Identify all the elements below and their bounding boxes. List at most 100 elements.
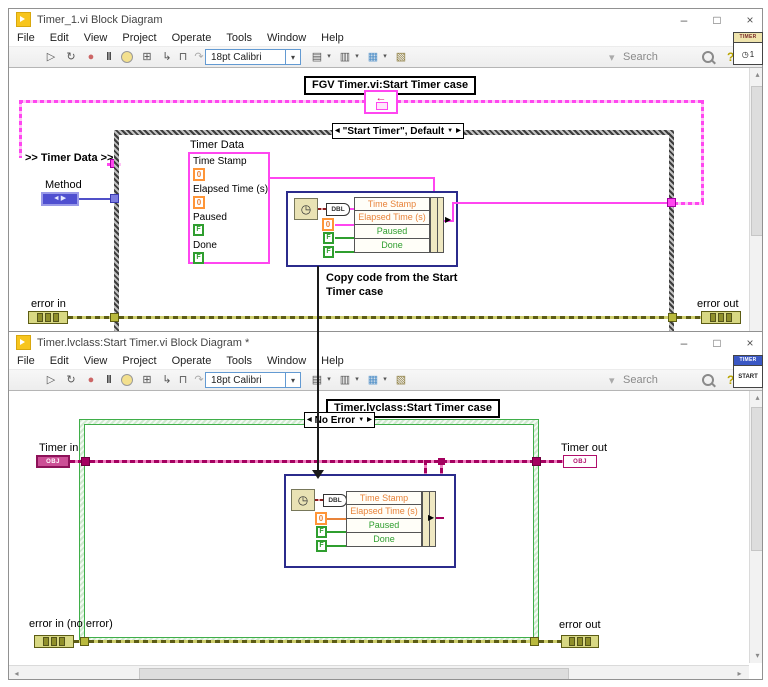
cluster-field-value[interactable]: 0 bbox=[193, 196, 205, 209]
close-button[interactable]: × bbox=[744, 13, 756, 27]
scroll-right-icon[interactable]: ▸ bbox=[732, 667, 747, 679]
scrollbar-thumb[interactable] bbox=[139, 668, 569, 679]
maximize-button[interactable]: □ bbox=[711, 13, 723, 27]
scrollbar-thumb[interactable] bbox=[751, 407, 762, 551]
search-scope-dropdown-icon[interactable]: ▾ bbox=[609, 51, 615, 64]
resize-objects-button[interactable]: ▦ bbox=[365, 372, 381, 388]
search-scope-dropdown-icon[interactable]: ▾ bbox=[609, 374, 615, 387]
feedback-node[interactable]: ← bbox=[364, 90, 398, 114]
menu-view[interactable]: View bbox=[84, 32, 108, 44]
reorder-button[interactable]: ▧ bbox=[393, 372, 409, 388]
case-prev-icon[interactable]: ◀ bbox=[335, 126, 340, 136]
align-objects-button[interactable]: ▤ bbox=[309, 49, 325, 65]
paused-constant[interactable]: F bbox=[316, 526, 327, 538]
search-icon[interactable] bbox=[702, 51, 714, 63]
run-continuous-button[interactable]: ↻ bbox=[63, 372, 79, 388]
output-tunnel[interactable] bbox=[667, 198, 676, 207]
close-button[interactable]: × bbox=[744, 336, 756, 350]
menu-project[interactable]: Project bbox=[122, 32, 156, 44]
scroll-up-icon[interactable]: ▴ bbox=[750, 68, 762, 82]
distribute-dropdown-icon[interactable]: ▾ bbox=[353, 372, 361, 388]
method-enum-constant[interactable]: ◄▶ bbox=[41, 192, 79, 206]
vertical-scrollbar[interactable]: ▴ bbox=[749, 68, 762, 331]
pause-button[interactable]: ‖ bbox=[101, 49, 117, 65]
resize-objects-button[interactable]: ▦ bbox=[365, 49, 381, 65]
get-datetime-icon[interactable]: ◷ bbox=[294, 198, 318, 220]
dbl-coercion[interactable]: DBL bbox=[326, 203, 350, 216]
menu-view[interactable]: View bbox=[84, 355, 108, 367]
cluster-field-value[interactable]: F bbox=[193, 252, 204, 264]
case-selector-terminal[interactable] bbox=[110, 194, 119, 203]
scrollbar-thumb[interactable] bbox=[751, 86, 762, 236]
menu-project[interactable]: Project bbox=[122, 355, 156, 367]
run-continuous-button[interactable]: ↻ bbox=[63, 49, 79, 65]
vertical-scrollbar[interactable]: ▴ ▾ bbox=[749, 391, 762, 663]
annotation[interactable]: Copy code from the Start Timer case bbox=[326, 271, 457, 299]
minimize-button[interactable]: – bbox=[678, 336, 690, 350]
cluster-field-value[interactable]: 0 bbox=[193, 168, 205, 181]
run-button[interactable]: ▷ bbox=[43, 49, 59, 65]
resize-dropdown-icon[interactable]: ▾ bbox=[381, 49, 389, 65]
dbl-coercion[interactable]: DBL bbox=[323, 494, 347, 507]
elapsed-constant[interactable]: 0 bbox=[315, 512, 327, 525]
get-datetime-icon[interactable]: ◷ bbox=[291, 489, 315, 511]
case-structure-border-right[interactable] bbox=[669, 130, 674, 331]
scroll-up-icon[interactable]: ▴ bbox=[750, 391, 762, 405]
bundle-node[interactable]: Time Stamp Elapsed Time (s) Paused Done bbox=[346, 491, 422, 547]
class-tunnel-right[interactable] bbox=[532, 457, 541, 466]
error-out-terminal[interactable] bbox=[701, 311, 741, 324]
abort-button[interactable]: ● bbox=[83, 372, 99, 388]
error-tunnel-left[interactable] bbox=[80, 637, 89, 646]
minimize-button[interactable]: – bbox=[678, 13, 690, 27]
menu-help[interactable]: Help bbox=[321, 355, 344, 367]
done-constant[interactable]: F bbox=[323, 246, 334, 258]
horizontal-scrollbar[interactable]: ◂ ▸ bbox=[9, 665, 749, 679]
menu-window[interactable]: Window bbox=[267, 355, 306, 367]
retain-wire-values-button[interactable]: ⊞ bbox=[139, 49, 155, 65]
distribute-dropdown-icon[interactable]: ▾ bbox=[353, 49, 361, 65]
font-selector[interactable]: 18pt Calibri ▾ bbox=[205, 49, 301, 65]
titlebar[interactable]: Timer.lvclass:Start Timer.vi Block Diagr… bbox=[9, 332, 762, 353]
align-dropdown-icon[interactable]: ▾ bbox=[325, 49, 333, 65]
step-over-button[interactable]: ⊓ bbox=[175, 49, 191, 65]
menu-operate[interactable]: Operate bbox=[172, 32, 212, 44]
case-drop-icon[interactable]: ▼ bbox=[447, 126, 453, 136]
distribute-objects-button[interactable]: ▥ bbox=[337, 49, 353, 65]
menu-tools[interactable]: Tools bbox=[226, 355, 252, 367]
case-next-icon[interactable]: ▶ bbox=[456, 126, 461, 136]
search-input[interactable]: Search bbox=[623, 51, 658, 63]
search-icon[interactable] bbox=[702, 374, 714, 386]
retain-wire-values-button[interactable]: ⊞ bbox=[139, 372, 155, 388]
case-selector[interactable]: ◀ "Start Timer", Default ▼ ▶ bbox=[332, 123, 464, 139]
menu-edit[interactable]: Edit bbox=[50, 32, 69, 44]
block-diagram-2[interactable]: Timer.lvclass:Start Timer case ◀ No Erro… bbox=[9, 391, 762, 679]
menu-help[interactable]: Help bbox=[321, 32, 344, 44]
resize-dropdown-icon[interactable]: ▾ bbox=[381, 372, 389, 388]
maximize-button[interactable]: □ bbox=[711, 336, 723, 350]
scroll-left-icon[interactable]: ◂ bbox=[9, 667, 24, 679]
error-tunnel-right[interactable] bbox=[530, 637, 539, 646]
step-into-button[interactable]: ↳ bbox=[159, 49, 175, 65]
bundle-node[interactable]: Time Stamp Elapsed Time (s) Paused Done bbox=[354, 197, 430, 253]
case-prev-icon[interactable]: ◀ bbox=[307, 415, 312, 425]
step-into-button[interactable]: ↳ bbox=[159, 372, 175, 388]
distribute-objects-button[interactable]: ▥ bbox=[337, 372, 353, 388]
shift-register-label[interactable]: >> Timer Data >> bbox=[25, 152, 113, 164]
pause-button[interactable]: ‖ bbox=[101, 372, 117, 388]
highlight-execution-lightbulb-icon[interactable] bbox=[121, 51, 133, 63]
menu-operate[interactable]: Operate bbox=[172, 355, 212, 367]
abort-button[interactable]: ● bbox=[83, 49, 99, 65]
scroll-down-icon[interactable]: ▾ bbox=[750, 649, 762, 663]
font-dropdown-icon[interactable]: ▾ bbox=[285, 373, 300, 387]
step-over-button[interactable]: ⊓ bbox=[175, 372, 191, 388]
error-in-terminal[interactable] bbox=[28, 311, 68, 324]
case-next-icon[interactable]: ▶ bbox=[367, 415, 372, 425]
run-button[interactable]: ▷ bbox=[43, 372, 59, 388]
font-selector[interactable]: 18pt Calibri ▾ bbox=[205, 372, 301, 388]
class-tunnel-left[interactable] bbox=[81, 457, 90, 466]
font-dropdown-icon[interactable]: ▾ bbox=[285, 50, 300, 64]
search-input[interactable]: Search bbox=[623, 374, 658, 386]
error-tunnel-right[interactable] bbox=[668, 313, 677, 322]
error-tunnel-left[interactable] bbox=[110, 313, 119, 322]
timer-out-terminal[interactable]: OBJ bbox=[563, 455, 597, 468]
